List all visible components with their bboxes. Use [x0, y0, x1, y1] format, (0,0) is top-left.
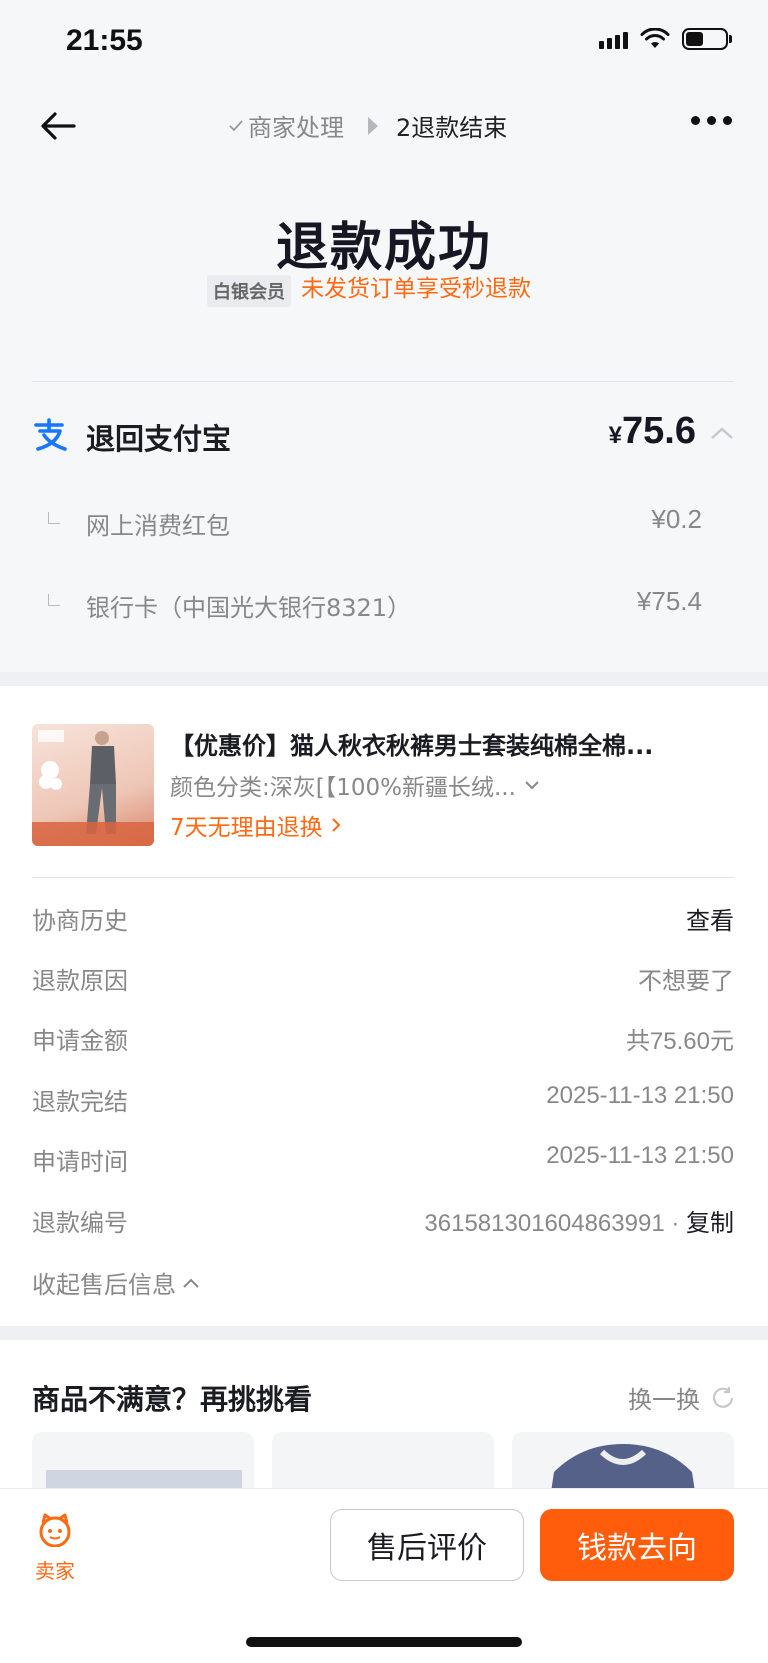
step-merchant-processing: 商家处理	[228, 108, 344, 143]
product-thumbnail[interactable]	[32, 724, 154, 846]
chevron-right-icon	[331, 818, 341, 832]
back-button[interactable]	[36, 104, 80, 148]
seller-button[interactable]: 卖家	[32, 1513, 78, 1584]
refund-total-amount: ¥75.6	[608, 410, 696, 452]
refund-destination-label: 退回支付宝	[86, 422, 232, 456]
tree-branch-icon	[48, 512, 60, 524]
detail-row-apply-time: 申请时间 2025-11-13 21:50	[32, 1142, 734, 1176]
aftersale-review-button[interactable]: 售后评价	[330, 1509, 524, 1581]
signal-icon	[599, 29, 628, 49]
member-benefit-text: 未发货订单享受秒退款	[301, 276, 531, 302]
progress-steps: 商家处理 2退款结束	[228, 108, 507, 143]
recommend-title: 商品不满意？再挑挑看	[32, 1383, 313, 1416]
tree-branch-icon	[48, 594, 60, 606]
product-image	[32, 730, 154, 846]
collapse-aftersale-info-button[interactable]: 收起售后信息	[32, 1265, 200, 1300]
product-variant[interactable]: 颜色分类:深灰[【100%新疆长绒...	[170, 768, 540, 802]
battery-icon	[682, 28, 732, 50]
back-arrow-icon	[41, 112, 76, 140]
refund-item-row: 网上消费红包 ¥0.2	[32, 502, 702, 542]
detail-row-completed-time: 退款完结 2025-11-13 21:50	[32, 1082, 734, 1116]
status-time: 21:55	[66, 24, 143, 57]
copy-button[interactable]: 复制	[686, 1210, 734, 1237]
section-separator	[0, 1326, 768, 1340]
status-icons	[599, 28, 732, 50]
detail-row-amount: 申请金额 共75.60元	[32, 1027, 734, 1055]
step-arrow-icon	[368, 116, 378, 135]
section-separator	[0, 672, 768, 686]
refund-destination-row[interactable]: 退回支付宝 ¥75.6	[32, 410, 734, 460]
view-history-link[interactable]: 查看	[686, 901, 734, 936]
divider	[32, 877, 734, 878]
refund-status-title: 退款成功	[275, 218, 492, 278]
chevron-up-icon	[183, 1278, 199, 1288]
alipay-icon	[34, 418, 67, 451]
more-options-button[interactable]	[691, 116, 732, 125]
status-bar: 21:55	[0, 0, 768, 82]
member-benefit-row: 白银会员 未发货订单享受秒退款	[207, 273, 533, 307]
refresh-icon	[712, 1386, 734, 1408]
refresh-recommendations-button[interactable]: 换一换	[628, 1380, 736, 1415]
detail-row-negotiation-history[interactable]: 协商历史 查看	[32, 901, 734, 937]
divider	[32, 381, 734, 382]
chevron-down-icon	[525, 781, 539, 790]
home-indicator	[246, 1637, 522, 1647]
return-policy-link[interactable]: 7天无理由退换	[170, 808, 341, 842]
seller-icon	[39, 1513, 71, 1548]
chevron-up-icon[interactable]	[710, 426, 734, 440]
product-title[interactable]: 【优惠价】猫人秋衣秋裤男士套装纯棉全棉...	[170, 726, 710, 761]
refund-item-row: 银行卡（中国光大银行8321） ¥75.4	[32, 584, 702, 624]
detail-row-refund-number: 退款编号 3615813016048639​91 · 复制	[32, 1209, 734, 1237]
member-badge: 白银会员	[207, 275, 291, 307]
refund-number: 3615813016048639​91	[424, 1210, 665, 1237]
money-flow-button[interactable]: 钱款去向	[540, 1509, 734, 1581]
detail-row-refund-reason: 退款原因 不想要了	[32, 967, 734, 995]
nav-bar: 商家处理 2退款结束	[0, 90, 768, 160]
wifi-icon	[640, 28, 670, 48]
step-refund-ended: 2退款结束	[396, 114, 508, 142]
check-icon	[229, 119, 243, 131]
